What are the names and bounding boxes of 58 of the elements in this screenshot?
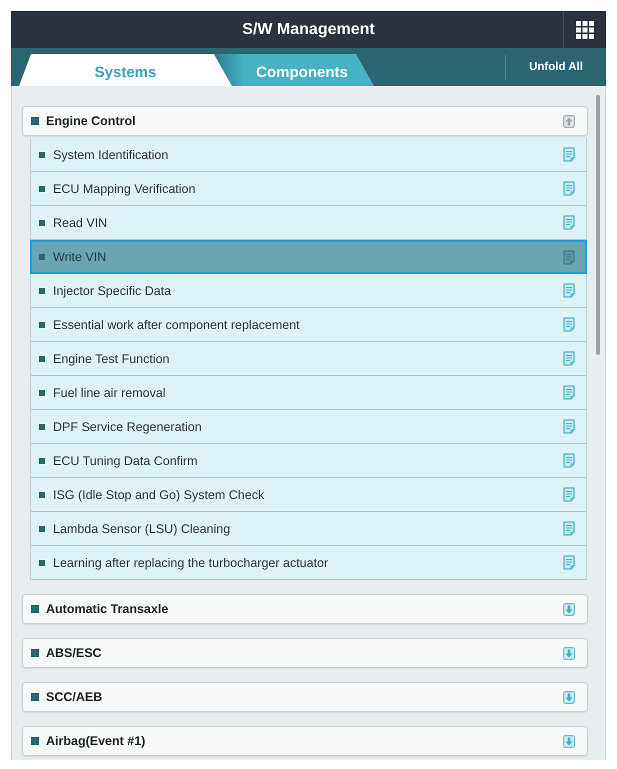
- list-item[interactable]: ISG (Idle Stop and Go) System Check: [30, 478, 587, 512]
- document-icon[interactable]: [563, 181, 575, 196]
- document-icon[interactable]: [563, 385, 575, 400]
- list-item[interactable]: Learning after replacing the turbocharger actuator: [30, 546, 587, 580]
- document-icon[interactable]: [563, 555, 575, 570]
- bullet-icon: [31, 649, 39, 657]
- bullet-icon: [39, 560, 45, 566]
- bullet-icon: [39, 186, 45, 192]
- document-icon[interactable]: [563, 283, 575, 298]
- list-item[interactable]: DPF Service Regeneration: [30, 410, 587, 444]
- list-item[interactable]: Injector Specific Data: [30, 274, 587, 308]
- bullet-icon: [39, 390, 45, 396]
- section-header[interactable]: Automatic Transaxle: [22, 594, 588, 624]
- section-header[interactable]: SCC/AEB: [22, 682, 588, 712]
- bullet-icon: [39, 458, 45, 464]
- list-item[interactable]: System Identification: [30, 138, 587, 172]
- list-item[interactable]: Write VIN: [30, 240, 587, 274]
- expand-icon[interactable]: [563, 690, 575, 704]
- bullet-icon: [39, 322, 45, 328]
- window-title: S/W Management: [241, 20, 376, 40]
- bullet-icon: [31, 693, 39, 701]
- list-item[interactable]: Engine Test Function: [30, 342, 587, 376]
- section-header[interactable]: Engine Control: [22, 106, 588, 136]
- collapse-icon[interactable]: [563, 114, 575, 128]
- document-icon[interactable]: [563, 250, 575, 264]
- document-icon[interactable]: [563, 351, 575, 366]
- list-item[interactable]: ECU Tuning Data Confirm: [30, 444, 587, 478]
- bullet-icon: [31, 605, 39, 613]
- bullet-icon: [39, 152, 45, 158]
- expand-icon[interactable]: [563, 602, 575, 616]
- list-item[interactable]: ECU Mapping Verification: [30, 172, 587, 206]
- bullet-icon: [39, 254, 45, 260]
- bullet-icon: [39, 424, 45, 430]
- unfold-all-button[interactable]: Unfold All: [505, 54, 606, 80]
- bullet-icon: [39, 492, 45, 498]
- expand-icon[interactable]: [563, 734, 575, 748]
- bullet-icon: [39, 526, 45, 532]
- document-icon[interactable]: [563, 521, 575, 536]
- section-header[interactable]: ABS/ESC: [22, 638, 588, 668]
- bullet-icon: [39, 220, 45, 226]
- bullet-icon: [31, 737, 39, 745]
- grid-icon: [576, 20, 594, 38]
- list-item[interactable]: Fuel line air removal: [30, 376, 587, 410]
- list-item[interactable]: Lambda Sensor (LSU) Cleaning: [30, 512, 587, 546]
- section-header[interactable]: Airbag(Event #1): [22, 726, 588, 756]
- scrollbar-thumb[interactable]: [596, 95, 600, 355]
- bullet-icon: [39, 356, 45, 362]
- document-icon[interactable]: [563, 317, 575, 332]
- bullet-icon: [39, 288, 45, 294]
- list-item[interactable]: Read VIN: [30, 206, 587, 240]
- document-icon[interactable]: [563, 419, 575, 434]
- bullet-icon: [31, 117, 39, 125]
- document-icon[interactable]: [563, 453, 575, 468]
- document-icon[interactable]: [563, 487, 575, 502]
- list-item[interactable]: Essential work after component replacement: [30, 308, 587, 342]
- document-icon[interactable]: [563, 215, 575, 230]
- document-icon[interactable]: [563, 147, 575, 162]
- expand-icon[interactable]: [563, 646, 575, 660]
